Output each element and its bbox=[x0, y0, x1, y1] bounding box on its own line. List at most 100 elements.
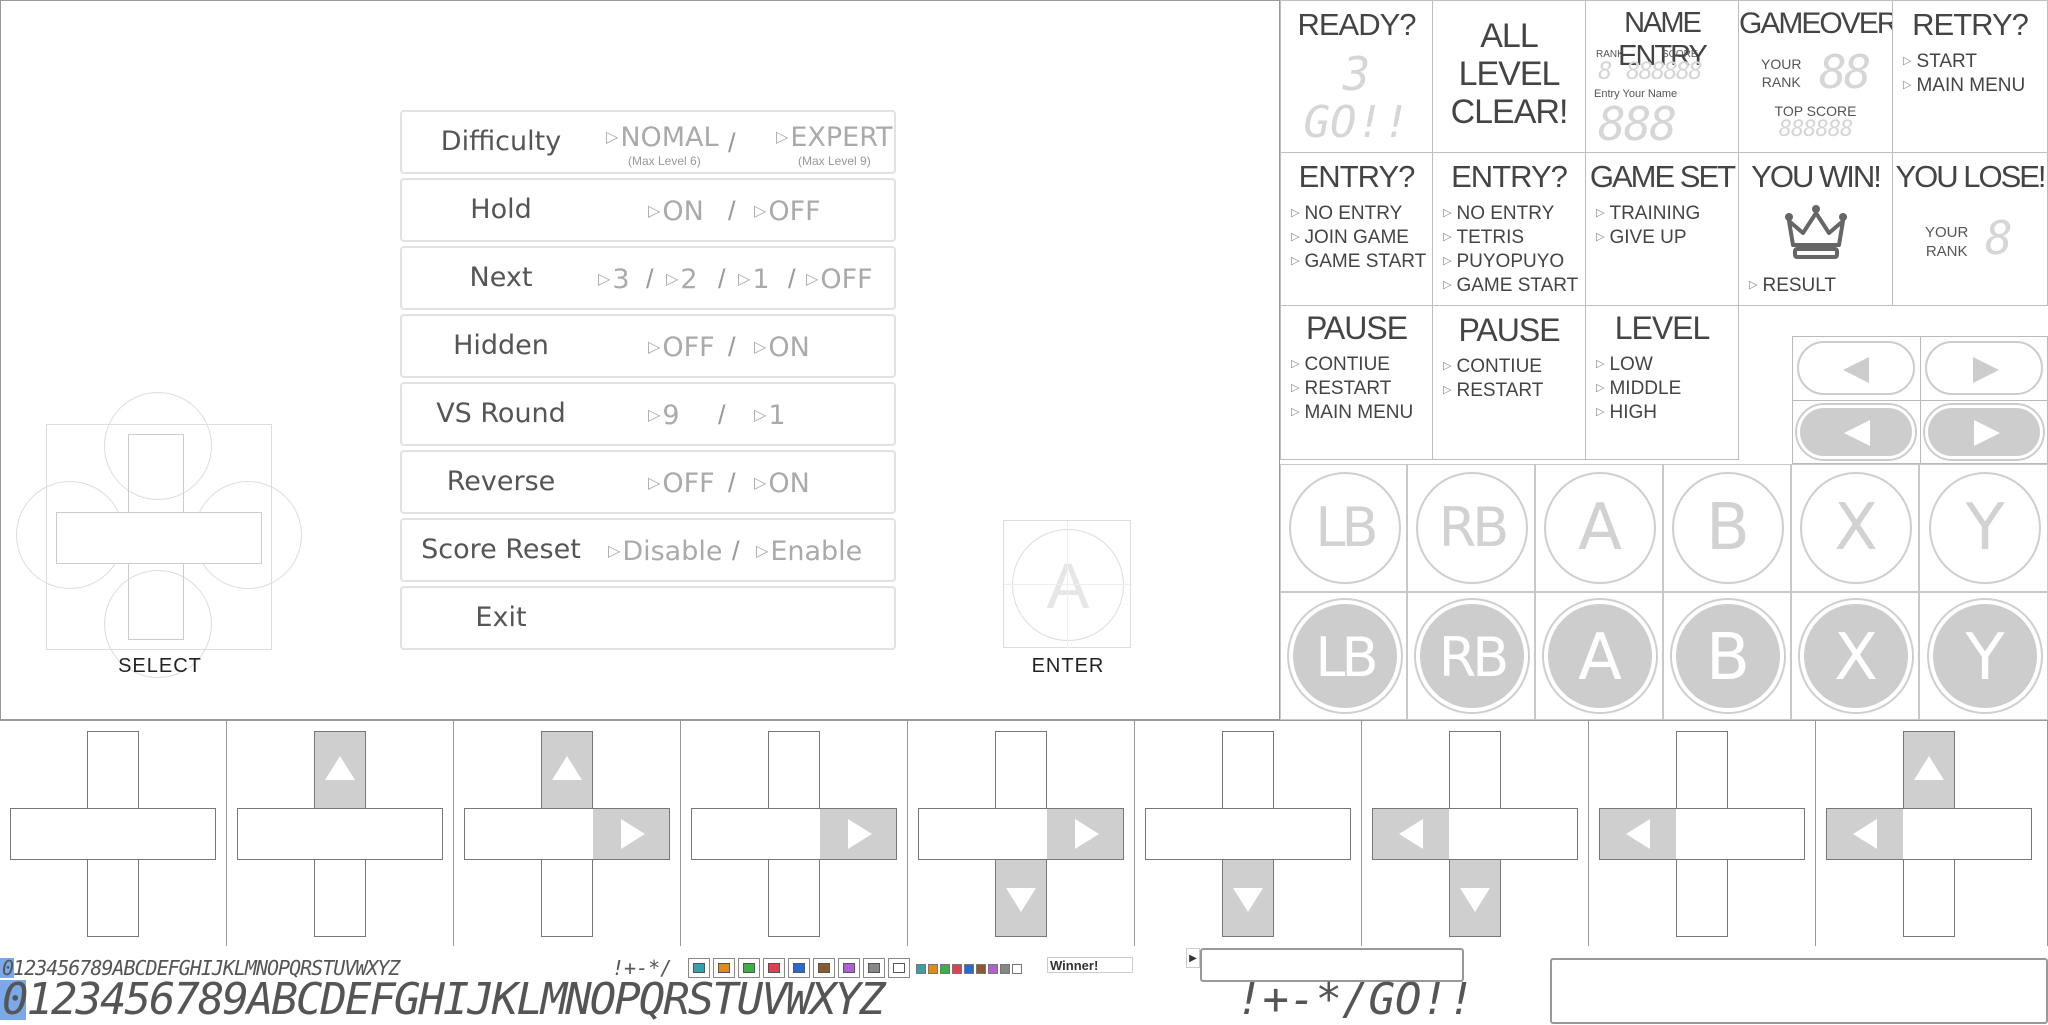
option-triangle-icon: ▷ bbox=[776, 127, 789, 146]
option-triangle-icon: ▷ bbox=[648, 337, 661, 356]
pause1-item-main-menu[interactable]: ▷ MAIN MENU bbox=[1291, 402, 1413, 424]
menu-option[interactable]: ▷ON bbox=[754, 316, 810, 376]
menu-row-hidden[interactable]: Hidden ▷OFF ▷ON / bbox=[400, 314, 896, 378]
y-button[interactable]: Y bbox=[1929, 472, 2041, 584]
youlose-your-rank-2: RANK bbox=[1925, 243, 1968, 260]
up-highlight bbox=[542, 732, 592, 808]
pause1-item-restart[interactable]: ▷ RESTART bbox=[1291, 378, 1391, 400]
menu-option[interactable]: ▷OFF bbox=[648, 452, 715, 512]
retry-item-start[interactable]: ▷ START bbox=[1903, 51, 1977, 73]
menu-row-vs-round[interactable]: VS Round ▷9 ▷1/ bbox=[400, 382, 896, 446]
menu-row-difficulty[interactable]: Difficulty ▷NOMAL (Max Level 6) ▷EXPERT (Max… bbox=[400, 110, 896, 174]
big-segment-symbols: !+-*/GO!! bbox=[1236, 974, 1475, 1025]
ready-panel: READY? 3 GO!! bbox=[1280, 0, 1433, 153]
level-item-low[interactable]: ▷ LOW bbox=[1596, 354, 1653, 376]
a-button[interactable]: A bbox=[1544, 472, 1656, 584]
rb-button-pressed[interactable]: RB bbox=[1416, 600, 1528, 712]
x-button[interactable]: X bbox=[1800, 472, 1912, 584]
menu-row-score-reset[interactable]: Score Reset ▷Disable ▷Enable / bbox=[400, 518, 896, 582]
menu-option[interactable]: ▷OFF bbox=[806, 248, 873, 308]
right-arrow-button-pressed[interactable] bbox=[1925, 405, 2043, 459]
y-button-pressed[interactable]: Y bbox=[1929, 600, 2041, 712]
gameset-item-give-up[interactable]: ▷ GIVE UP bbox=[1596, 227, 1687, 249]
a-button-pressed[interactable]: A bbox=[1544, 600, 1656, 712]
entry1-item-no-entry[interactable]: ▷ NO ENTRY bbox=[1291, 203, 1402, 225]
color-swatch-small[interactable] bbox=[964, 964, 974, 974]
entry1-item-game-start[interactable]: ▷ GAME START bbox=[1291, 251, 1426, 273]
button-cell: Y bbox=[1919, 464, 2048, 592]
button-cell: Y bbox=[1919, 592, 2048, 720]
right-arrow-icon bbox=[848, 819, 872, 849]
menu-row-next[interactable]: Next ▷3 ▷2 ▷1 ▷OFF / / / bbox=[400, 246, 896, 310]
menu-row-reverse-screen[interactable]: Reverse Screen▷OFF▷ON/ bbox=[400, 450, 896, 557]
entry2-item-puyopuyo[interactable]: ▷ PUYOPUYO bbox=[1443, 251, 1564, 273]
color-swatch-small[interactable] bbox=[952, 964, 962, 974]
option-separator: / bbox=[728, 468, 736, 498]
b-button-pressed[interactable]: B bbox=[1672, 600, 1784, 712]
text-box-large[interactable] bbox=[1550, 958, 2048, 1024]
entry2-item-tetris[interactable]: ▷ TETRIS bbox=[1443, 227, 1524, 249]
gameset-item-training[interactable]: ▷ TRAINING bbox=[1596, 203, 1700, 225]
button-cell: LB bbox=[1280, 464, 1407, 592]
menu-option[interactable]: ▷1 bbox=[754, 384, 786, 444]
menu-option[interactable]: ▷9 bbox=[648, 384, 680, 444]
left-arrow-button[interactable] bbox=[1797, 341, 1915, 395]
youwin-title: YOU WIN! bbox=[1751, 159, 1882, 194]
left-highlight bbox=[1827, 809, 1903, 859]
left-arrow-button-pressed[interactable] bbox=[1797, 405, 1915, 459]
menu-row-label: Score Reset bbox=[421, 534, 581, 565]
name-entry-panel: NAME ENTRY RANK SCORE 8 888888 Entry You… bbox=[1585, 0, 1739, 153]
enter-button[interactable]: A bbox=[1003, 520, 1132, 649]
pause1-item-continue[interactable]: ▷ CONTIUE bbox=[1291, 354, 1390, 376]
rank-digits: 8 bbox=[1598, 57, 1613, 85]
menu-row-hold[interactable]: Hold ▷ON ▷OFF / bbox=[400, 178, 896, 242]
pause2-title: PAUSE bbox=[1458, 312, 1560, 348]
menu-option[interactable]: ▷ON bbox=[754, 452, 810, 512]
menu-option[interactable]: ▷Enable bbox=[756, 520, 862, 580]
b-button[interactable]: B bbox=[1672, 472, 1784, 584]
menu-row-label: VS Round bbox=[436, 398, 566, 429]
menu-option[interactable]: ▷1 bbox=[738, 248, 770, 308]
dpad-state-8 bbox=[1589, 720, 1816, 946]
select-dpad[interactable] bbox=[16, 392, 306, 678]
level-item-middle[interactable]: ▷ MIDDLE bbox=[1596, 378, 1681, 400]
retry-item-main-menu[interactable]: ▷ MAIN MENU bbox=[1903, 75, 2025, 97]
menu-option[interactable]: ▷Disable bbox=[608, 520, 722, 580]
menu-option[interactable]: ▷3 bbox=[598, 248, 630, 308]
lb-button[interactable]: LB bbox=[1289, 472, 1401, 584]
menu-option-label: OFF bbox=[768, 196, 821, 227]
color-swatch-small[interactable] bbox=[988, 964, 998, 974]
pause2-item-restart[interactable]: ▷ RESTART bbox=[1443, 380, 1543, 402]
menu-option[interactable]: ▷OFF bbox=[648, 316, 715, 376]
option-triangle-icon: ▷ bbox=[738, 269, 751, 288]
right-arrow-button[interactable] bbox=[1925, 341, 2043, 395]
score-digits: 888888 bbox=[1626, 57, 1703, 85]
gameset-panel: GAME SET ▷ TRAINING ▷ GIVE UP bbox=[1585, 152, 1739, 306]
level-item-high[interactable]: ▷ HIGH bbox=[1596, 402, 1657, 424]
x-button-pressed[interactable]: X bbox=[1800, 600, 1912, 712]
color-swatch-small[interactable] bbox=[1012, 964, 1022, 974]
menu-option-label: ON bbox=[768, 468, 810, 499]
color-swatch-small[interactable] bbox=[916, 964, 926, 974]
crown-icon bbox=[1785, 205, 1847, 259]
youwin-item-result[interactable]: ▷ RESULT bbox=[1749, 275, 1836, 297]
entry1-item-join-game[interactable]: ▷ JOIN GAME bbox=[1291, 227, 1409, 249]
pause2-item-continue[interactable]: ▷ CONTIUE bbox=[1443, 356, 1542, 378]
menu-option[interactable]: ▷2 bbox=[666, 248, 698, 308]
color-swatch-small[interactable] bbox=[1000, 964, 1010, 974]
color-swatch-small[interactable] bbox=[976, 964, 986, 974]
entry2-item-game-start[interactable]: ▷ GAME START bbox=[1443, 275, 1578, 297]
dpad-state-4 bbox=[681, 720, 908, 946]
right-highlight bbox=[1047, 809, 1123, 859]
rb-button[interactable]: RB bbox=[1416, 472, 1528, 584]
menu-option[interactable]: ▷OFF bbox=[754, 180, 821, 240]
entry2-item-no-entry[interactable]: ▷ NO ENTRY bbox=[1443, 203, 1554, 225]
color-swatch-small[interactable] bbox=[928, 964, 938, 974]
menu-option[interactable]: ▷ON bbox=[648, 180, 704, 240]
menu-row-exit[interactable]: Exit bbox=[400, 586, 896, 650]
down-arrow-icon bbox=[1006, 888, 1036, 912]
lb-button-pressed[interactable]: LB bbox=[1289, 600, 1401, 712]
color-swatch[interactable] bbox=[888, 958, 910, 978]
color-swatch-small[interactable] bbox=[940, 964, 950, 974]
option-separator: / bbox=[732, 536, 740, 566]
